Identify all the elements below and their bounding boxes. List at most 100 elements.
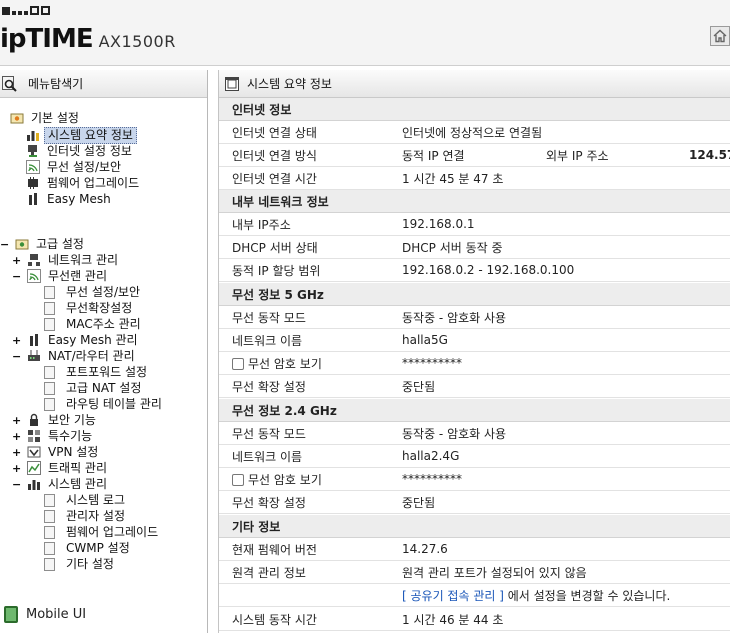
show-password-checkbox-24g[interactable] (232, 473, 244, 486)
tree-security-features[interactable]: + 보안 기능 (12, 412, 99, 428)
row-wifi24-extension: 무선 확장 설정 중단됨 (219, 491, 730, 514)
row-system-uptime: 시스템 동작 시간 1 시간 46 분 44 초 (219, 608, 730, 631)
collapse-icon[interactable]: − (0, 238, 9, 251)
external-ip-label: 외부 IP 주소 (546, 148, 609, 163)
tree-item-port-forward[interactable]: 포트포워드 설정 (44, 364, 150, 380)
mobile-phone-icon (4, 606, 18, 623)
tree-vpn-settings[interactable]: + VPN 설정 (12, 444, 101, 460)
section-internet: 인터넷 정보 (219, 98, 730, 121)
page-icon (44, 493, 55, 507)
tree-item-admin-settings[interactable]: 관리자 설정 (44, 508, 128, 524)
content-header: 시스템 요약 정보 (219, 70, 730, 98)
tree-wireless-management[interactable]: − 무선랜 관리 (12, 268, 110, 284)
expand-icon[interactable]: + (12, 254, 21, 267)
show-password-checkbox-5g[interactable] (232, 357, 244, 370)
lock-icon (30, 413, 38, 426)
menu-explorer-title: 메뉴탐색기 (28, 77, 84, 91)
home-icon (713, 29, 727, 43)
tree-special-features[interactable]: + 특수기능 (12, 428, 95, 444)
chip-icon (28, 177, 38, 189)
router-access-management-link[interactable]: [ 공유기 접속 관리 ] (402, 589, 504, 603)
tree-nat-router-management[interactable]: − NAT/라우터 관리 (12, 348, 138, 364)
expand-icon[interactable]: + (12, 446, 21, 459)
menu-explorer-panel: 메뉴탐색기 기본 설정 시스템 요약 정보 인터넷 설정 정보 무선 설정/보안… (0, 70, 208, 633)
search-icon (2, 75, 17, 92)
tree-network-management[interactable]: + 네트워크 관리 (12, 252, 121, 268)
section-etc: 기타 정보 (219, 515, 730, 538)
expand-icon[interactable]: + (12, 334, 21, 347)
collapse-icon[interactable]: − (12, 478, 21, 491)
row-wifi5-extension: 무선 확장 설정 중단됨 (219, 375, 730, 398)
row-lan-ip: 내부 IP주소 192.168.0.1 (219, 213, 730, 236)
page-icon (44, 541, 55, 555)
network-icon (28, 145, 37, 157)
mobile-ui-link[interactable]: Mobile UI (0, 606, 86, 623)
tree-item-wireless-settings[interactable]: 무선 설정/보안 (44, 284, 143, 300)
page-title: 시스템 요약 정보 (247, 77, 332, 91)
model-name: AX1500R (98, 32, 176, 51)
network-icon (28, 254, 40, 266)
external-ip-value: 124.57. (689, 148, 730, 162)
row-wifi5-ssid: 네트워크 이름 halla5G (219, 329, 730, 352)
page-icon (44, 301, 55, 315)
tree-traffic-management[interactable]: + 트래픽 관리 (12, 460, 110, 476)
row-remote-link: [ 공유기 접속 관리 ] 에서 설정을 변경할 수 있습니다. (219, 584, 730, 607)
content-panel: 시스템 요약 정보 인터넷 정보 인터넷 연결 상태 인터넷에 정상적으로 연결됨… (218, 70, 730, 633)
folder-config-icon (15, 239, 29, 250)
tree-item-advanced-nat[interactable]: 고급 NAT 설정 (44, 380, 144, 396)
row-wifi24-password: 무선 암호 보기 ********** (219, 468, 730, 491)
row-wifi5-mode: 무선 동작 모드 동작중 - 암호화 사용 (219, 306, 730, 329)
page-icon (44, 525, 55, 539)
tree-easy-mesh-management[interactable]: + Easy Mesh 관리 (12, 332, 141, 348)
expand-icon[interactable]: + (12, 414, 21, 427)
row-remote-management: 원격 관리 정보 원격 관리 포트가 설정되어 있지 않음 (219, 561, 730, 584)
tree-item-firmware-upgrade[interactable]: 펌웨어 업그레이드 (26, 175, 142, 191)
tree-item-internet-settings[interactable]: 인터넷 설정 정보 (26, 143, 135, 159)
row-internet-method: 인터넷 연결 방식 동적 IP 연결 외부 IP 주소 124.57. (219, 144, 730, 167)
wifi-icon (26, 160, 40, 174)
collapse-icon[interactable]: − (12, 270, 21, 283)
expand-icon[interactable]: + (12, 430, 21, 443)
tree-item-routing-table[interactable]: 라우팅 테이블 관리 (44, 396, 165, 412)
row-wifi5-password: 무선 암호 보기 ********** (219, 352, 730, 375)
row-wifi24-ssid: 네트워크 이름 halla2.4G (219, 445, 730, 468)
bar-chart-icon (27, 131, 39, 141)
page-icon (44, 557, 55, 571)
mobile-ui-label: Mobile UI (26, 607, 87, 622)
row-wifi24-mode: 무선 동작 모드 동작중 - 암호화 사용 (219, 422, 730, 445)
tree-item-system-log[interactable]: 시스템 로그 (44, 492, 128, 508)
page-icon (44, 285, 55, 299)
menu-explorer-header: 메뉴탐색기 (0, 70, 207, 98)
row-dhcp-range: 동적 IP 할당 범위 192.168.0.2 - 192.168.0.100 (219, 259, 730, 282)
mesh-icon (30, 334, 38, 346)
tree-system-management[interactable]: − 시스템 관리 (12, 476, 110, 492)
tree-item-wireless-security[interactable]: 무선 설정/보안 (26, 159, 124, 175)
collapse-icon[interactable]: − (12, 350, 21, 363)
tree-item-system-summary[interactable]: 시스템 요약 정보 (26, 126, 137, 144)
expand-icon[interactable]: + (12, 462, 21, 475)
vpn-icon (27, 446, 41, 458)
section-lan: 내부 네트워크 정보 (219, 190, 730, 213)
tree-advanced-settings[interactable]: − 고급 설정 (0, 236, 87, 252)
wifi-icon (27, 269, 41, 283)
brand-dots (2, 6, 50, 15)
traffic-chart-icon (27, 461, 41, 475)
tree-item-easy-mesh[interactable]: Easy Mesh (26, 191, 114, 207)
tree-item-firmware-upgrade-adv[interactable]: 펌웨어 업그레이드 (44, 524, 161, 540)
row-dhcp-status: DHCP 서버 상태 DHCP 서버 동작 중 (219, 236, 730, 259)
section-wifi-24ghz: 무선 정보 2.4 GHz (219, 399, 730, 422)
mesh-icon (29, 193, 37, 205)
tree-item-mac-management[interactable]: MAC주소 관리 (44, 316, 144, 332)
grid-icon (28, 430, 40, 442)
section-wifi-5ghz: 무선 정보 5 GHz (219, 283, 730, 306)
tree-basic-settings[interactable]: 기본 설정 (10, 110, 82, 126)
row-internet-status: 인터넷 연결 상태 인터넷에 정상적으로 연결됨 (219, 121, 730, 144)
tree-item-cwmp-settings[interactable]: CWMP 설정 (44, 540, 133, 556)
router-icon (28, 350, 40, 361)
window-icon (225, 76, 239, 91)
tree-item-wireless-extension[interactable]: 무선확장설정 (44, 300, 135, 316)
tree-item-etc-settings[interactable]: 기타 설정 (44, 556, 117, 572)
page-icon (44, 381, 55, 395)
header-bar: ip TIME AX1500R (0, 0, 730, 66)
home-button[interactable] (710, 26, 730, 46)
